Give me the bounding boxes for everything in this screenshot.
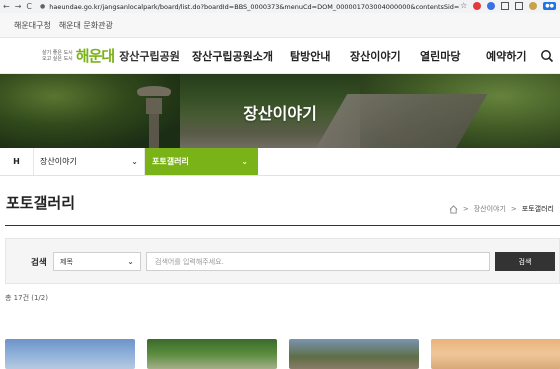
- gallery-thumbnail[interactable]: [5, 339, 135, 369]
- update-badge[interactable]: ●●: [543, 1, 556, 10]
- extension-icon-red[interactable]: [473, 1, 482, 10]
- photo-gallery: [5, 339, 560, 369]
- search-panel: 검색 제목 ⌄ 검색어를 입력해주세요. 검색: [5, 238, 560, 284]
- gallery-thumbnail[interactable]: [431, 339, 560, 369]
- search-icon[interactable]: [540, 49, 554, 63]
- depth2-label: 포토갤러리: [152, 157, 189, 166]
- logo-park-name: 장산구립공원: [119, 49, 180, 63]
- search-label: 검색: [31, 258, 47, 268]
- nav-park-intro[interactable]: 장산구립공원소개: [192, 48, 290, 64]
- breadcrumb-current: 포토갤러리: [521, 205, 554, 213]
- search-field-select[interactable]: 제목 ⌄: [53, 252, 141, 271]
- extensions-area: ☆ ●●: [460, 1, 556, 10]
- breadcrumb: > 장산이야기 > 포토갤러리: [449, 204, 554, 214]
- home-icon[interactable]: [449, 204, 458, 214]
- chevron-down-icon: ⌄: [127, 257, 134, 266]
- logo-slogan: 살기 좋은 도시 오고 싶은 도시: [42, 50, 73, 62]
- depth1-dropdown[interactable]: 장산이야기 ⌄: [34, 148, 145, 175]
- breadcrumb-separator: >: [510, 205, 517, 213]
- nav-open-forum[interactable]: 열린마당: [420, 48, 486, 64]
- site-top-links: 해운대구청 해운대 문화관광: [0, 13, 560, 38]
- nav-jangsan-story[interactable]: 장산이야기: [350, 48, 420, 64]
- page-header: 포토갤러리 > 장산이야기 > 포토갤러리: [5, 176, 560, 226]
- main-navigation: 장산구립공원소개 탐방안내 장산이야기 열린마당 예약하기: [192, 38, 526, 74]
- logo-slogan-line1: 살기 좋은 도시: [42, 49, 73, 56]
- chevron-down-icon: ⌄: [131, 157, 138, 166]
- toplink-culture-tourism[interactable]: 해운대 문화관광: [59, 18, 113, 33]
- address-bar-url: haeundae.go.kr/jangsanlocalpark/board/li…: [49, 2, 460, 11]
- sub-navigation: H 장산이야기 ⌄ 포토갤러리 ⌄: [0, 148, 560, 176]
- reload-icon[interactable]: C: [26, 2, 32, 11]
- search-button[interactable]: 검색: [495, 252, 555, 271]
- search-input[interactable]: 검색어를 입력해주세요.: [146, 252, 490, 271]
- browser-nav: ← → C: [0, 2, 32, 11]
- logo-slogan-line2: 오고 싶은 도시: [42, 55, 73, 62]
- toplink-haeundae-office[interactable]: 해운대구청: [14, 18, 51, 33]
- browser-toolbar: ← → C ● haeundae.go.kr/jangsanlocalpark/…: [0, 0, 560, 13]
- address-bar[interactable]: ● haeundae.go.kr/jangsanlocalpark/board/…: [40, 3, 460, 11]
- depth1-label: 장산이야기: [40, 157, 77, 166]
- home-icon[interactable]: H: [0, 148, 34, 175]
- breadcrumb-separator: >: [462, 205, 469, 213]
- gallery-thumbnail[interactable]: [289, 339, 419, 369]
- side-panel-icon[interactable]: [515, 1, 524, 10]
- search-field-value: 제목: [60, 257, 73, 266]
- result-count: 총 17건 (1/2): [5, 294, 48, 302]
- logo-brand: 해운대: [75, 47, 115, 65]
- hero-banner: 장산이야기: [0, 74, 560, 148]
- extensions-puzzle-icon[interactable]: [501, 1, 510, 10]
- breadcrumb-item[interactable]: 장산이야기: [474, 204, 506, 214]
- site-info-icon[interactable]: ●: [40, 3, 45, 10]
- star-icon[interactable]: ☆: [460, 1, 467, 10]
- nav-reservation[interactable]: 예약하기: [486, 48, 526, 64]
- nav-visit-guide[interactable]: 탐방안내: [290, 48, 350, 64]
- profile-avatar[interactable]: [529, 1, 538, 10]
- site-logo[interactable]: 살기 좋은 도시 오고 싶은 도시 해운대 장산구립공원: [42, 45, 180, 66]
- depth2-dropdown[interactable]: 포토갤러리 ⌄: [145, 148, 258, 175]
- site-header: 살기 좋은 도시 오고 싶은 도시 해운대 장산구립공원 장산구립공원소개 탐방…: [0, 38, 560, 74]
- back-icon[interactable]: ←: [3, 2, 10, 11]
- chevron-down-icon: ⌄: [241, 157, 248, 166]
- page-title: 포토갤러리: [6, 194, 76, 212]
- hero-title: 장산이야기: [243, 104, 317, 123]
- forward-icon[interactable]: →: [15, 2, 22, 11]
- extension-icon-blue[interactable]: [487, 1, 496, 10]
- gallery-thumbnail[interactable]: [147, 339, 277, 369]
